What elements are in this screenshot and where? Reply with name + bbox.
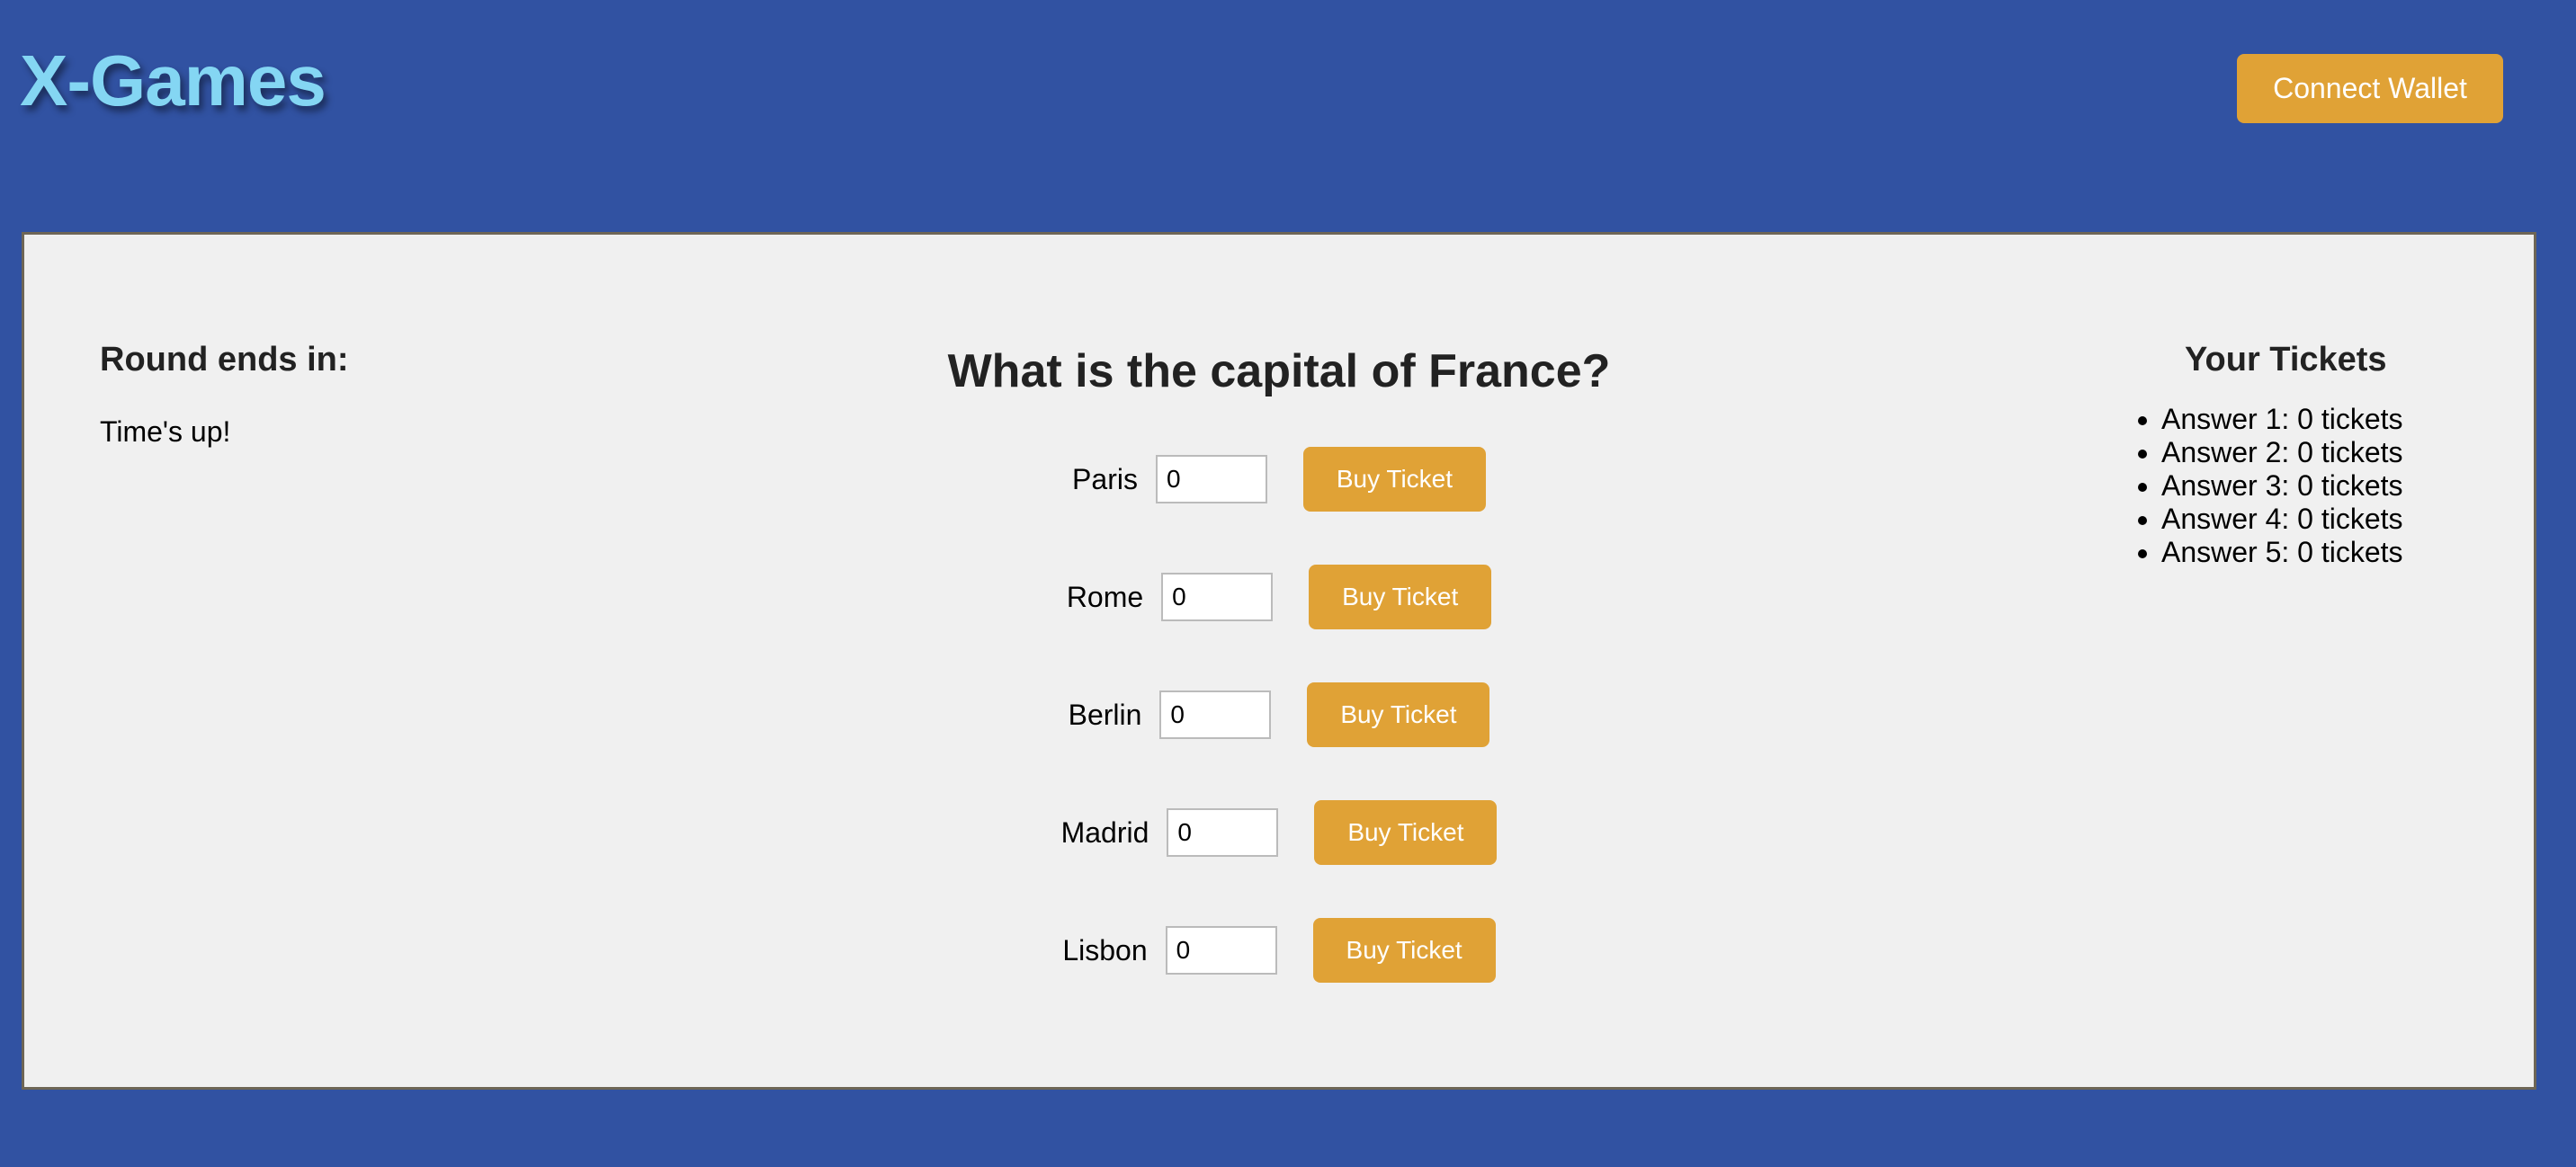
answer-row: Rome Buy Ticket <box>24 565 2534 629</box>
ticket-item: Answer 3: 0 tickets <box>2161 469 2403 503</box>
ticket-item: Answer 5: 0 tickets <box>2161 536 2403 569</box>
buy-ticket-button[interactable]: Buy Ticket <box>1307 682 1490 747</box>
answer-label: Madrid <box>1060 815 1149 849</box>
answer-label: Rome <box>1066 580 1144 613</box>
buy-ticket-button[interactable]: Buy Ticket <box>1309 565 1492 629</box>
tickets-list: Answer 1: 0 tickets Answer 2: 0 tickets … <box>2084 403 2403 569</box>
ticket-quantity-input[interactable] <box>1161 573 1274 621</box>
answer-row: Lisbon Buy Ticket <box>24 918 2534 983</box>
ticket-quantity-input[interactable] <box>1159 690 1272 739</box>
ticket-quantity-input[interactable] <box>1165 926 1277 975</box>
answer-label: Berlin <box>1068 698 1142 731</box>
ticket-item: Answer 4: 0 tickets <box>2161 503 2403 536</box>
header: X-Games Connect Wallet <box>0 0 2576 180</box>
ticket-item: Answer 1: 0 tickets <box>2161 403 2403 436</box>
your-tickets: Your Tickets Answer 1: 0 tickets Answer … <box>2084 341 2403 569</box>
ticket-quantity-input[interactable] <box>1167 808 1279 857</box>
game-panel: Round ends in: Time's up! What is the ca… <box>22 232 2536 1090</box>
round-status: Time's up! <box>100 415 231 448</box>
answer-label: Lisbon <box>1062 933 1148 967</box>
logo: X-Games <box>20 40 326 120</box>
buy-ticket-button[interactable]: Buy Ticket <box>1312 918 1496 983</box>
answer-row: Madrid Buy Ticket <box>24 800 2534 865</box>
ticket-quantity-input[interactable] <box>1155 455 1267 503</box>
buy-ticket-button[interactable]: Buy Ticket <box>1302 447 1486 512</box>
answer-row: Berlin Buy Ticket <box>24 682 2534 747</box>
answer-label: Paris <box>1072 462 1138 495</box>
buy-ticket-button[interactable]: Buy Ticket <box>1314 800 1498 865</box>
ticket-item: Answer 2: 0 tickets <box>2161 436 2403 469</box>
connect-wallet-button[interactable]: Connect Wallet <box>2237 54 2503 123</box>
tickets-heading: Your Tickets <box>2185 341 2387 379</box>
